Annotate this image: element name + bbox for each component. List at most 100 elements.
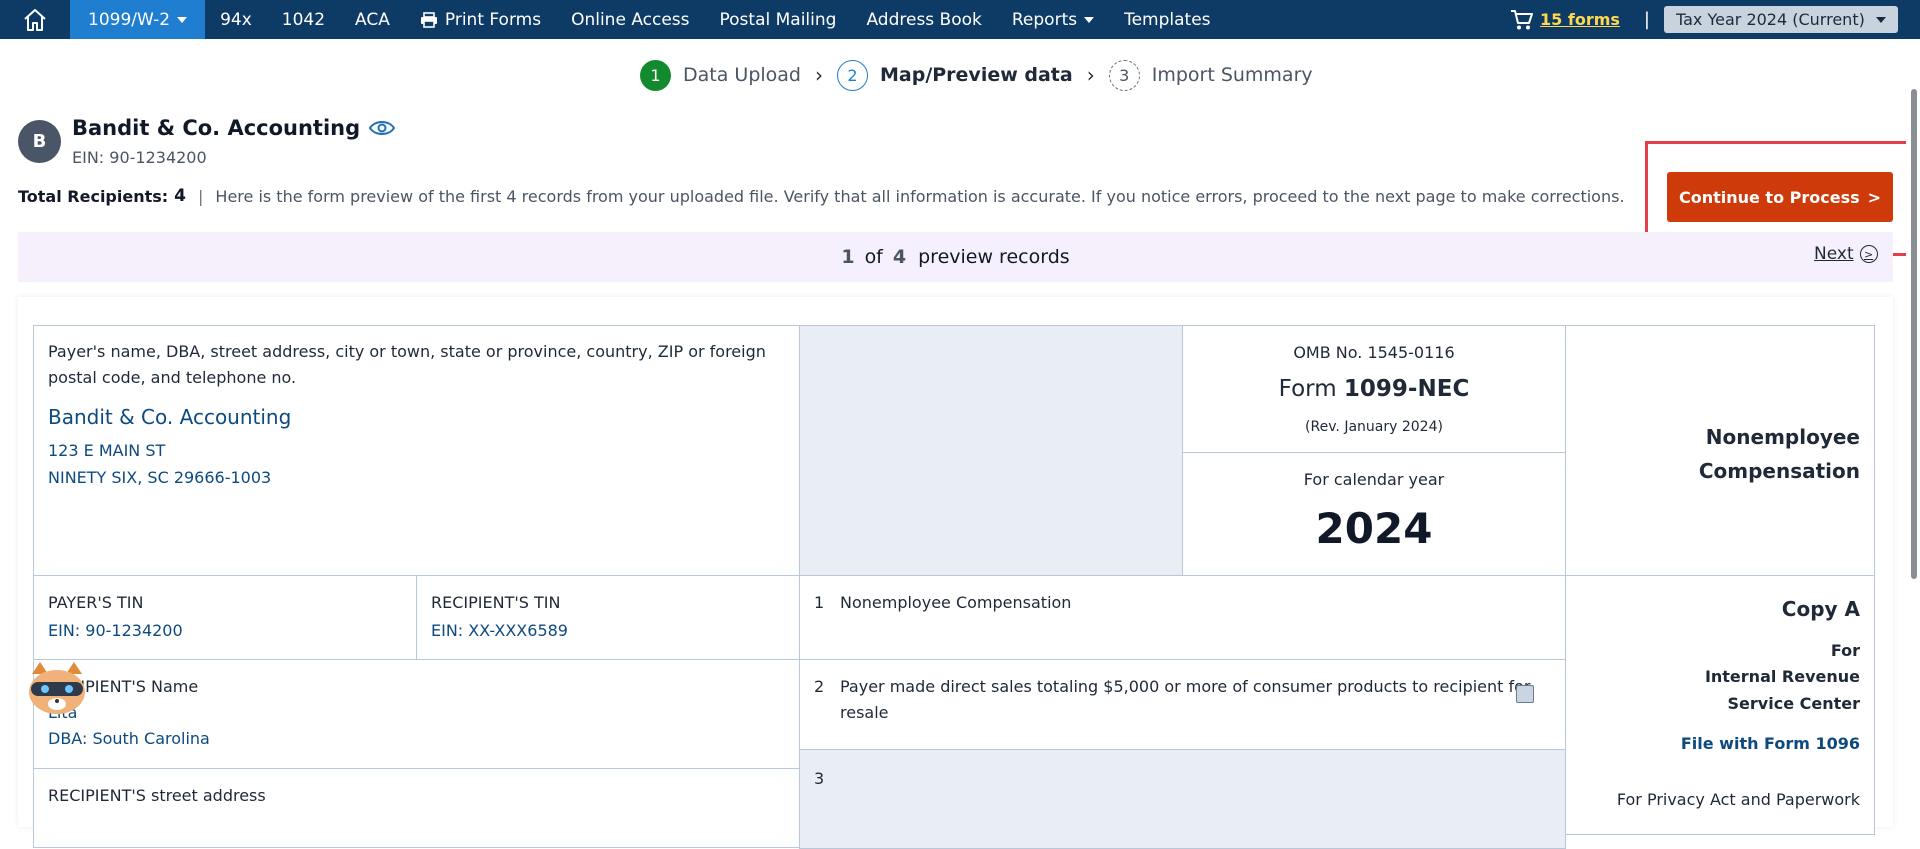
file-with-form: File with Form 1096 — [1680, 734, 1860, 753]
total-recipients-label: Total Recipients: — [18, 186, 169, 206]
caret-down-icon — [1876, 16, 1886, 23]
cart-link[interactable]: 15 forms — [1510, 9, 1620, 31]
home-icon — [24, 8, 46, 31]
calendar-year-label: For calendar year — [1303, 470, 1445, 489]
preview-suffix: preview records — [918, 246, 1070, 268]
payer-tin-value: EIN: 90-1234200 — [48, 621, 183, 640]
form-revision: (Rev. January 2024) — [1305, 419, 1443, 435]
nav-print-forms-label: Print Forms — [444, 9, 542, 30]
copy-for-label: For — [1830, 641, 1860, 660]
preview-message: Here is the form preview of the first 4 … — [215, 186, 1625, 206]
box-1-label: Nonemployee Compensation — [840, 593, 1072, 612]
nav-postal-mailing[interactable]: Postal Mailing — [705, 0, 852, 39]
nav-reports-label: Reports — [1011, 9, 1078, 30]
payer-info-cell: Payer's name, DBA, street address, city … — [33, 325, 800, 576]
nav-1042[interactable]: 1042 — [267, 0, 340, 39]
chevron-right-icon: > — [1867, 187, 1882, 207]
title-line-1: Nonemployee — [1705, 425, 1860, 449]
nav-right: 15 forms | Tax Year 2024 (Current) — [1510, 0, 1920, 39]
form-name: 1099-NEC — [1343, 376, 1470, 402]
step-3-number: 3 — [1108, 59, 1140, 91]
nav-online-access[interactable]: Online Access — [556, 0, 704, 39]
nav-aca[interactable]: ACA — [340, 0, 405, 39]
next-label: Next — [1814, 244, 1854, 264]
step-1-number: 1 — [640, 59, 671, 91]
tax-year-value: Tax Year 2024 (Current) — [1676, 10, 1865, 29]
form-title: Form 1099-NEC — [1183, 374, 1565, 404]
next-record-link[interactable]: Next > — [1814, 244, 1878, 264]
nav-print-forms[interactable]: Print Forms — [405, 0, 556, 39]
nav-aca-label: ACA — [355, 9, 390, 30]
payer-address-2: NINETY SIX, SC 29666-1003 — [48, 468, 272, 487]
shopping-cart-icon — [1511, 9, 1534, 29]
nav-94x[interactable]: 94x — [205, 0, 267, 39]
nav-templates-label: Templates — [1124, 9, 1211, 30]
recipient-tin-cell: RECIPIENT'S TIN EIN: XX-XXX6589 — [416, 575, 800, 660]
scrollbar-thumb[interactable] — [1911, 89, 1917, 579]
form-preview-card: Payer's name, DBA, street address, city … — [18, 297, 1893, 849]
omb-cell: OMB No. 1545-0116 Form 1099-NEC (Rev. Ja… — [1182, 325, 1566, 453]
box-1-cell: 1 Nonemployee Compensation — [799, 575, 1566, 660]
step-3-label: Import Summary — [1151, 64, 1313, 86]
nav-1099-w2[interactable]: 1099/W-2 — [70, 0, 206, 39]
form-title-cell: Nonemployee Compensation — [1565, 325, 1875, 576]
recipient-dba: DBA: South Carolina — [48, 729, 210, 748]
chevron-right-icon: › — [1086, 63, 1095, 87]
step-2-label: Map/Preview data — [879, 64, 1073, 86]
nav-address-book-label: Address Book — [866, 9, 982, 30]
top-nav: 1099/W-2 94x 1042 ACA Print Forms Online… — [0, 0, 1920, 39]
company-name: Bandit & Co. Accounting — [72, 116, 396, 140]
nav-separator: | — [1643, 9, 1650, 30]
nav-1099-w2-label: 1099/W-2 — [88, 9, 171, 30]
recipient-street-cell: RECIPIENT'S street address — [33, 768, 800, 848]
box-2-label-1: Payer made direct sales totaling $5,000 … — [840, 677, 1531, 696]
nav-templates[interactable]: Templates — [1109, 0, 1225, 39]
continue-label: Continue to Process — [1678, 187, 1860, 207]
form-prefix: Form — [1278, 376, 1337, 402]
payer-tin-cell: PAYER'S TIN EIN: 90-1234200 — [33, 575, 417, 660]
page-scrollbar[interactable] — [1906, 39, 1920, 815]
step-1-label: Data Upload — [683, 64, 801, 86]
box-2-cell: 2 Payer made direct sales totaling $5,00… — [799, 659, 1566, 750]
payer-name: Bandit & Co. Accounting — [48, 405, 292, 429]
nav-online-access-label: Online Access — [571, 9, 690, 30]
nav-94x-label: 94x — [220, 9, 252, 30]
privacy-act-text: For Privacy Act and Paperwork — [1616, 790, 1860, 809]
printer-icon — [420, 11, 437, 28]
box-2-label-2: resale — [840, 703, 889, 722]
copy-a-label: Copy A — [1781, 597, 1860, 621]
recipient-street-label: RECIPIENT'S street address — [48, 786, 266, 805]
nav-address-book[interactable]: Address Book — [851, 0, 996, 39]
calendar-year-cell: For calendar year 2024 — [1182, 452, 1566, 576]
cart-forms-count[interactable]: 15 forms — [1540, 10, 1620, 29]
company-name-text: Bandit & Co. Accounting — [72, 116, 361, 140]
nav-postal-mailing-label: Postal Mailing — [719, 9, 837, 30]
omb-number: OMB No. 1545-0116 — [1293, 343, 1455, 362]
calendar-year-value: 2024 — [1315, 504, 1433, 553]
direct-sales-checkbox[interactable] — [1516, 685, 1534, 703]
payer-label-1: Payer's name, DBA, street address, city … — [48, 342, 766, 361]
payer-address-1: 123 E MAIN ST — [48, 441, 166, 460]
title-line-2: Compensation — [1698, 459, 1860, 483]
tax-year-select[interactable]: Tax Year 2024 (Current) — [1664, 6, 1898, 33]
total-recipients-count: 4 — [174, 186, 187, 206]
continue-to-process-button[interactable]: Continue to Process > — [1667, 172, 1893, 222]
box-3-cell: 3 — [799, 749, 1566, 849]
preview-info: Total Recipients: 4 | Here is the form p… — [18, 186, 1625, 206]
eye-icon[interactable] — [368, 119, 396, 137]
irs-line-1: Internal Revenue — [1704, 667, 1860, 686]
nav-reports[interactable]: Reports — [997, 0, 1109, 39]
irs-line-2: Service Center — [1727, 694, 1860, 713]
nav-1042-label: 1042 — [281, 9, 326, 30]
home-button[interactable] — [0, 0, 70, 39]
payer-label-2: postal code, and telephone no. — [48, 368, 297, 387]
box-2-number: 2 — [814, 677, 825, 696]
company-avatar: B — [18, 120, 61, 163]
box-3-number: 3 — [814, 769, 825, 788]
preview-current: 1 — [841, 246, 855, 268]
preview-of: of — [864, 246, 883, 268]
recipient-tin-value: EIN: XX-XXX6589 — [431, 621, 568, 640]
blank-gray-cell — [799, 325, 1183, 576]
mascot-chat-icon[interactable] — [22, 660, 92, 720]
caret-down-icon — [177, 16, 188, 23]
